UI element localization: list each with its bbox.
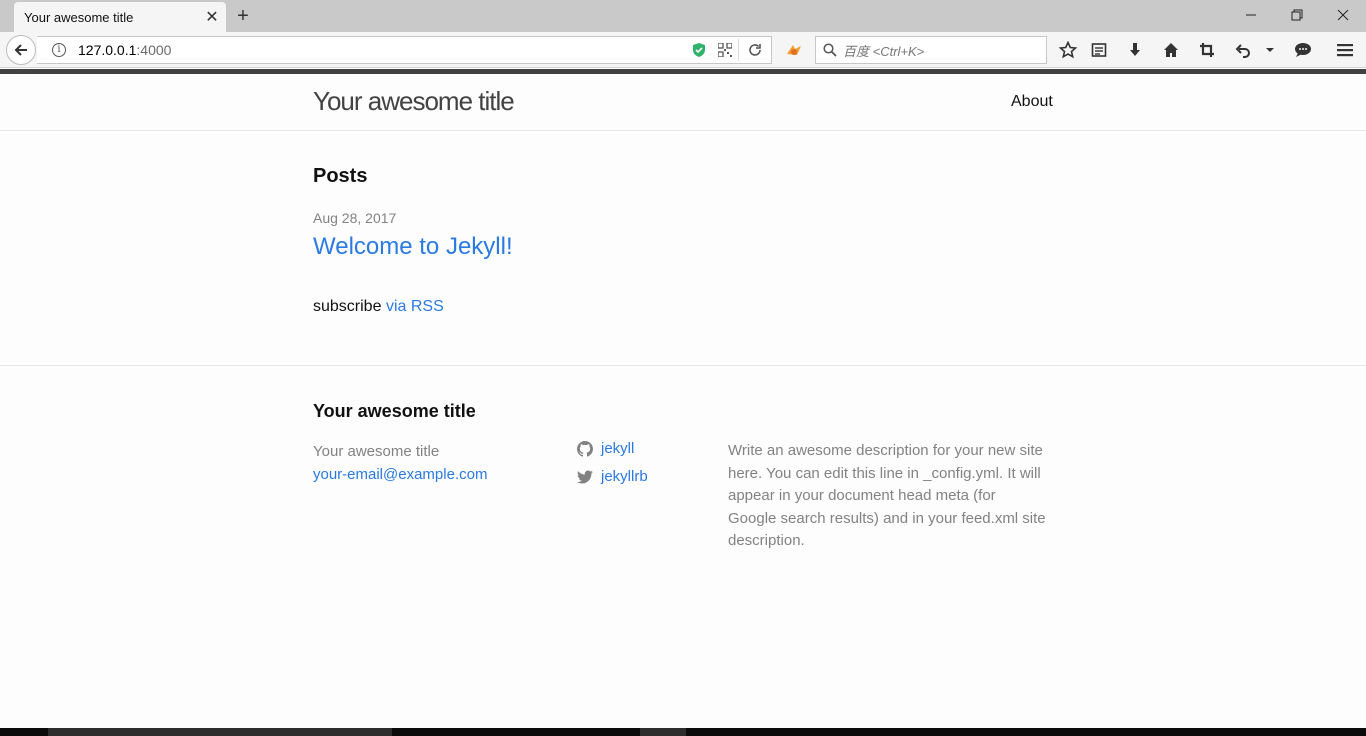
- footer-name: Your awesome title: [313, 443, 440, 460]
- taskbar-item[interactable]: [640, 728, 686, 736]
- post-title-link[interactable]: Welcome to Jekyll!: [313, 233, 513, 261]
- home-icon[interactable]: [1158, 37, 1184, 63]
- address-bar[interactable]: i 127.0.0.1:4000: [37, 36, 772, 64]
- back-arrow-icon: [14, 44, 27, 56]
- site-header: Your awesome title About: [0, 74, 1366, 131]
- reading-list-icon[interactable]: [1086, 37, 1112, 63]
- shield-icon[interactable]: [686, 37, 712, 63]
- bookmark-star-icon[interactable]: [1055, 37, 1081, 63]
- search-placeholder: 百度 <Ctrl+K>: [843, 43, 925, 59]
- footer-email-link[interactable]: your-email@example.com: [313, 466, 487, 483]
- os-taskbar: [0, 728, 1366, 736]
- url-text[interactable]: 127.0.0.1:4000: [78, 42, 686, 58]
- tab-strip: Your awesome title ✕ +: [0, 0, 1366, 32]
- close-window-button[interactable]: [1320, 0, 1366, 30]
- subscribe-text: subscribe: [313, 298, 382, 315]
- reload-icon[interactable]: [739, 37, 771, 63]
- close-icon: [1337, 9, 1349, 21]
- nav-toolbar: i 127.0.0.1:4000 百度 <Ctrl+K>: [0, 32, 1366, 68]
- url-host: 127.0.0.1: [78, 42, 137, 58]
- undo-icon[interactable]: [1230, 37, 1256, 63]
- url-port: :4000: [136, 42, 172, 58]
- twitter-username: jekyllrb: [601, 468, 648, 485]
- posts-heading: Posts: [313, 165, 368, 187]
- github-icon: [577, 440, 593, 457]
- close-tab-icon[interactable]: ✕: [198, 7, 226, 27]
- minimize-button[interactable]: [1228, 0, 1274, 30]
- menu-icon[interactable]: [1332, 37, 1358, 63]
- qr-code-icon[interactable]: [712, 37, 738, 63]
- restore-button[interactable]: [1274, 0, 1320, 30]
- rss-link[interactable]: via RSS: [386, 298, 444, 315]
- footer-contact: Your awesome title your-email@example.co…: [313, 440, 487, 486]
- footer-heading: Your awesome title: [313, 401, 476, 421]
- dropdown-icon[interactable]: [1258, 37, 1282, 63]
- post-date: Aug 28, 2017: [313, 210, 397, 226]
- subscribe-line: subscribe via RSS: [313, 298, 444, 316]
- extension-icon[interactable]: [783, 40, 805, 60]
- browser-tab[interactable]: Your awesome title ✕: [14, 2, 226, 32]
- github-username: jekyll: [601, 440, 635, 457]
- chat-icon[interactable]: [1290, 37, 1316, 63]
- site-description: Write an awesome description for your ne…: [728, 442, 1046, 549]
- twitter-icon: [577, 470, 593, 483]
- download-icon[interactable]: [1122, 37, 1148, 63]
- taskbar-item[interactable]: [48, 728, 392, 736]
- github-link[interactable]: jekyll: [577, 440, 634, 457]
- back-button[interactable]: [6, 35, 36, 65]
- crop-icon[interactable]: [1194, 37, 1220, 63]
- site-title-link[interactable]: Your awesome title: [313, 86, 515, 117]
- site-footer: Your awesome title Your awesome title yo…: [0, 365, 1366, 728]
- twitter-link[interactable]: jekyllrb: [577, 468, 648, 485]
- search-icon: [823, 43, 837, 57]
- restore-icon: [1291, 9, 1303, 21]
- info-icon[interactable]: i: [52, 43, 66, 57]
- tab-title: Your awesome title: [24, 9, 134, 25]
- nav-about-link[interactable]: About: [1011, 93, 1053, 111]
- new-tab-button[interactable]: +: [232, 4, 254, 28]
- minimize-icon: [1246, 14, 1256, 16]
- search-bar[interactable]: 百度 <Ctrl+K>: [815, 36, 1047, 64]
